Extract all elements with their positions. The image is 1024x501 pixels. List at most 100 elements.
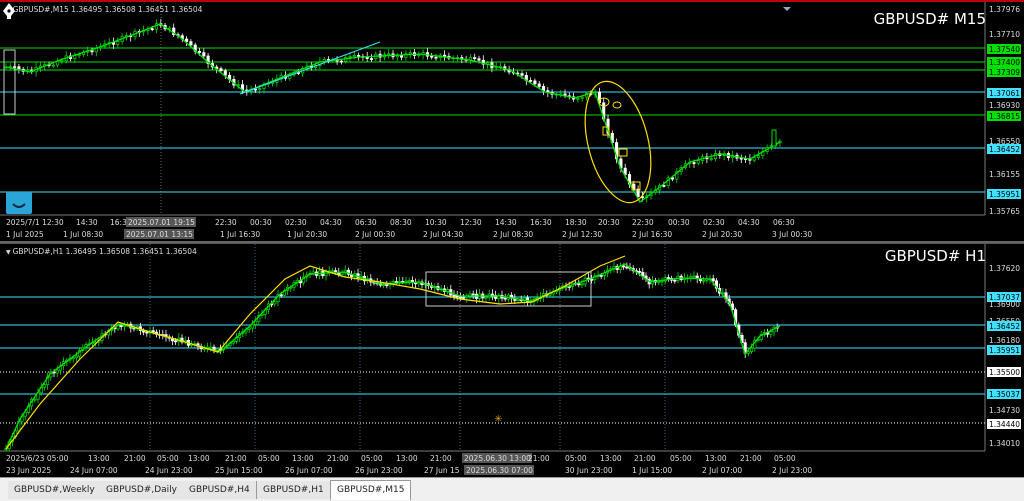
candle-body [74, 355, 78, 359]
candle-body [253, 88, 257, 91]
time-tick-label: 2025.07.01 19:15 [128, 218, 195, 227]
smile-icon[interactable] [6, 192, 32, 214]
time-tick-label: 22:30 [215, 218, 237, 227]
candle-body [520, 73, 524, 76]
annotation-circle [612, 101, 622, 109]
price-tick-label: 1.36155 [989, 170, 1020, 179]
date-tick-label: 27 Jun 15 [424, 466, 460, 475]
time-tick-label: 04:30 [320, 218, 342, 227]
candle-body [434, 56, 438, 59]
price-tick-label: 1.36815 [989, 112, 1020, 121]
time-tick-label: 00:30 [668, 218, 690, 227]
time-tick-label: 14:30 [495, 218, 517, 227]
candle-body [223, 70, 227, 76]
time-tick-label: 06:30 [355, 218, 377, 227]
time-tick-label: 21:00 [740, 454, 762, 463]
time-tick-label: 16:30 [530, 218, 552, 227]
time-tick-label: 21:00 [327, 454, 349, 463]
time-tick-label: 22:30 [632, 218, 654, 227]
candle-body [407, 280, 411, 282]
price-tick-label: 1.36930 [989, 101, 1020, 110]
candle-body [577, 283, 581, 286]
date-tick-label: 24 Jun 07:00 [70, 466, 118, 475]
date-tick-label: 2 Jul 07:00 [702, 466, 742, 475]
date-tick-label: 1 Jul 08:30 [63, 230, 103, 239]
price-tick-label: 1.37309 [989, 68, 1020, 77]
date-tick-label: 3 Jul 00:30 [772, 230, 812, 239]
candle-body [662, 185, 666, 187]
tab-h4[interactable]: GBPUSD#,H4 [183, 481, 257, 499]
candle-body [150, 28, 154, 31]
candle-body [471, 293, 475, 296]
candle-body [401, 280, 405, 283]
time-tick-label: 16:3 [110, 218, 127, 227]
time-tick-label: 06:30 [773, 218, 795, 227]
candle-body [692, 275, 696, 278]
time-tick-label: 2025/7/1 12:30 [6, 218, 64, 227]
price-tick-label: 1.37710 [989, 30, 1020, 39]
h1-chart-canvas[interactable]: ✳1.376201.370371.369001.365501.364521.36… [0, 244, 1024, 478]
candle-body [339, 60, 343, 63]
pen-icon[interactable] [0, 2, 18, 20]
candle-body [408, 52, 412, 55]
tab-m15[interactable]: GBPUSD#,M15 [330, 480, 412, 500]
tab-weekly[interactable]: GBPUSD#,Weekly [8, 481, 102, 499]
date-tick-label: 25 Jun 15:00 [215, 466, 263, 475]
candle-body [33, 398, 37, 401]
price-tick-label: 1.35500 [989, 368, 1020, 377]
candle-body [503, 297, 507, 300]
candle-body [750, 347, 754, 352]
price-tick-label: 1.34730 [989, 406, 1020, 415]
price-tick-label: 1.35037 [989, 390, 1020, 399]
candle-body [490, 293, 494, 296]
chart-tab-bar: GBPUSD#,Weekly GBPUSD#,Daily GBPUSD#,H4 … [0, 477, 1024, 501]
collapse-triangle-icon[interactable]: ▼ [6, 249, 11, 256]
candle-body [197, 50, 202, 53]
selection-box [3, 49, 16, 115]
h1-chart-pane[interactable]: ✳1.376201.370371.369001.365501.364521.36… [0, 243, 1024, 477]
candle-body [533, 80, 537, 85]
time-tick-label: 21:00 [634, 454, 656, 463]
star-marker-icon: ✳ [494, 414, 502, 425]
candle-body [443, 54, 447, 57]
date-tick-label: 1 Jul 16:30 [220, 230, 260, 239]
candle-body [357, 55, 361, 57]
candle-body [348, 56, 352, 58]
time-tick-label: 2025/6/23 05:00 [6, 454, 69, 463]
date-tick-label: 2 Jul 08:30 [493, 230, 533, 239]
time-tick-label: 14:30 [76, 218, 98, 227]
candle-body [145, 331, 149, 334]
candle-body [185, 38, 189, 42]
price-tick-label: 1.36900 [989, 300, 1020, 309]
candle-body [387, 53, 391, 56]
candle-body [55, 369, 59, 374]
shift-marker-icon [783, 7, 791, 11]
price-tick-label: 1.35951 [989, 346, 1020, 355]
candle-body [258, 88, 262, 90]
m15-symbol-label: GBPUSD# M15 [873, 10, 986, 28]
price-tick-label: 1.34440 [989, 420, 1020, 429]
time-tick-label: 21:00 [430, 454, 452, 463]
candle-body [580, 283, 584, 286]
date-tick-label: 2 Jul 23:00 [772, 466, 812, 475]
date-tick-label: 26 Jun 23:00 [355, 466, 403, 475]
h1-ohlc-text: GBPUSD#,H1 1.36495 1.36508 1.36451 1.365… [12, 247, 197, 256]
date-tick-label: 2 Jul 04:30 [423, 230, 463, 239]
m15-ohlc-text: GBPUSD#,M15 1.36495 1.36508 1.36451 1.36… [12, 5, 203, 14]
m15-chart-canvas[interactable]: 1.37976 1.37710 1.37540 1.374001.37309 1.370… [0, 2, 1024, 242]
m15-chart-pane[interactable]: 1.37976 1.37710 1.37540 1.37400 1.37309 1.370… [0, 0, 1024, 242]
date-tick-label: 30 Jun 23:00 [565, 466, 613, 475]
h1-symbol-label: GBPUSD# H1 [884, 247, 986, 265]
price-tick-label: 1.37976 [989, 5, 1020, 14]
price-tick-label: 1.35765 [989, 207, 1020, 216]
time-tick-label: 13:00 [396, 454, 418, 463]
candle-body [622, 265, 626, 268]
time-tick-label: 08:30 [390, 218, 412, 227]
time-tick-label: 00:30 [250, 218, 272, 227]
candle-body [189, 41, 193, 46]
candle-body [42, 384, 46, 388]
tab-h1[interactable]: GBPUSD#,H1 [257, 481, 331, 499]
tab-daily[interactable]: GBPUSD#,Daily [100, 481, 184, 499]
candle-body [369, 58, 374, 60]
m15-ohlc-readout: ▼GBPUSD#,M15 1.36495 1.36508 1.36451 1.3… [6, 5, 202, 14]
